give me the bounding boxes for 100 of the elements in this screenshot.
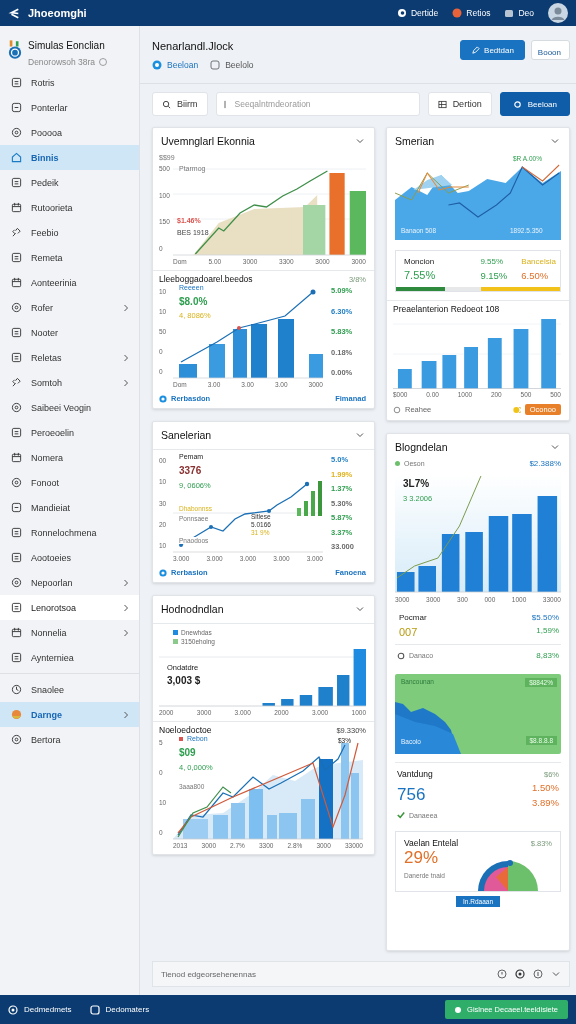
sidebar-item[interactable]: Binnis <box>0 145 139 170</box>
info-icon[interactable] <box>533 969 543 979</box>
bar <box>541 319 557 389</box>
app-name: Jhoeomghi <box>28 7 87 19</box>
point <box>209 525 213 529</box>
chevron-icon[interactable] <box>551 138 559 144</box>
document-icon <box>11 427 22 438</box>
avatar-icon[interactable] <box>548 3 568 23</box>
sidebar-item[interactable]: Snaolee <box>0 677 139 702</box>
bar <box>418 566 436 592</box>
chevron-icon[interactable] <box>356 432 364 438</box>
bar <box>353 649 366 706</box>
home-icon <box>11 152 22 163</box>
bar <box>303 205 326 255</box>
bar <box>299 695 313 706</box>
sidebar-item[interactable]: Aootoeies <box>0 545 139 570</box>
bar <box>442 355 457 389</box>
circle-icon <box>11 477 22 488</box>
bar <box>311 491 315 516</box>
stat-value: 3.89% <box>532 797 559 808</box>
point <box>267 509 271 513</box>
coin-icon <box>512 405 521 414</box>
chevron-icon[interactable] <box>356 606 364 612</box>
circle-icon <box>11 734 22 745</box>
action-button[interactable]: Beeloan <box>499 92 570 116</box>
bar <box>309 354 323 378</box>
sidebar-subtitle: Denorowsoh 38ra <box>28 57 96 67</box>
sidebar-item[interactable]: Aonteerinia <box>0 270 139 295</box>
search-button[interactable]: Biirm <box>152 92 208 116</box>
sidebar-item[interactable]: Remeta <box>0 245 139 270</box>
clock-icon[interactable] <box>497 969 507 979</box>
metric-value: $09 <box>179 747 196 758</box>
sidebar-item[interactable]: Mandieiat <box>0 495 139 520</box>
top-bar-action[interactable]: Deo <box>504 8 534 18</box>
sidebar-item[interactable]: Saibeei Veogin <box>0 395 139 420</box>
section-title: Vaelan Entelal <box>404 838 459 848</box>
top-bar-action[interactable]: Retios <box>452 8 491 18</box>
bar <box>465 532 483 592</box>
sidebar-item[interactable]: Aynterniea <box>0 645 139 670</box>
sidebar-item[interactable]: Ponterlar <box>0 95 139 120</box>
sidebar-item[interactable]: Nomera <box>0 445 139 470</box>
stat-value: 007 <box>399 626 419 638</box>
circle-icon[interactable] <box>515 969 525 979</box>
header-button[interactable]: Bedtdan <box>460 40 525 60</box>
document-icon <box>11 527 22 538</box>
card-title: Smerian <box>395 135 435 147</box>
sidebar-item[interactable]: Fonoot <box>0 470 139 495</box>
sidebar-title: Simulas Eonclian <box>28 40 106 51</box>
section-title: Preaelanterion Redoeot 108 <box>393 304 501 314</box>
card-title: Uvemnglarl Ekonnia <box>161 135 255 147</box>
bar <box>464 347 478 389</box>
sidebar-item[interactable]: Somtoh <box>0 370 139 395</box>
sidebar-item[interactable]: Rofer <box>0 295 139 320</box>
sidebar-item[interactable]: Reletas <box>0 345 139 370</box>
status-item[interactable]: Dedomaters <box>89 1004 150 1015</box>
search-field[interactable]: Seeqalntmdeoration <box>215 92 420 116</box>
card-title: Sanelerian <box>161 429 212 441</box>
sidebar-item[interactable]: Lenorotsoa <box>0 595 139 620</box>
bar <box>318 687 333 706</box>
sidebar-item[interactable]: Pedeik <box>0 170 139 195</box>
top-bar-action[interactable]: Dertide <box>396 8 439 18</box>
gallery-icon <box>504 8 515 18</box>
stat-value: 7.55% <box>404 269 437 281</box>
circle-icon <box>11 302 22 313</box>
sidebar-item[interactable]: Bertora <box>0 727 139 752</box>
sidebar-item[interactable]: Pooooa <box>0 120 139 145</box>
view-button[interactable]: Dertion <box>427 92 492 116</box>
tab[interactable]: Beelolo <box>210 60 254 70</box>
chevron-icon[interactable] <box>356 138 364 144</box>
document-icon <box>11 252 22 263</box>
section-title: Vantdung <box>397 769 433 779</box>
point <box>310 289 316 295</box>
bar <box>337 675 350 706</box>
sidebar-item[interactable]: Peroeoelin <box>0 420 139 445</box>
chevron-icon[interactable] <box>551 969 561 979</box>
sphere-icon <box>11 709 22 720</box>
bar <box>267 815 277 839</box>
sidebar-item[interactable]: Ronnelochmena <box>0 520 139 545</box>
check-icon <box>397 811 405 819</box>
sidebar-item[interactable]: Nepoorlan <box>0 570 139 595</box>
sidebar-item[interactable]: Nonnelia <box>0 620 139 645</box>
sidebar-item[interactable]: Nooter <box>0 320 139 345</box>
calendar-icon <box>11 277 22 288</box>
circle-icon <box>11 402 22 413</box>
logo-icon <box>8 40 22 60</box>
chevron-icon[interactable] <box>551 444 559 450</box>
header-button[interactable]: Booon <box>530 40 570 60</box>
sidebar-item[interactable]: Feebio <box>0 220 139 245</box>
sidebar-item[interactable]: Rotris <box>0 70 139 95</box>
bar <box>249 789 263 839</box>
metric-value: 3,003 $ <box>167 675 201 686</box>
sidebar-item[interactable]: Rutoorieta <box>0 195 139 220</box>
sidebar-item[interactable]: Darnge <box>0 702 139 727</box>
stat-label: Moncion <box>404 257 436 266</box>
status-item[interactable]: Dedmedmets <box>8 1004 72 1015</box>
stat-value: $5.50% <box>531 613 559 622</box>
tab[interactable]: Beeloan <box>152 60 199 70</box>
document-icon <box>11 327 22 338</box>
bar <box>279 813 297 839</box>
bar <box>183 819 208 839</box>
